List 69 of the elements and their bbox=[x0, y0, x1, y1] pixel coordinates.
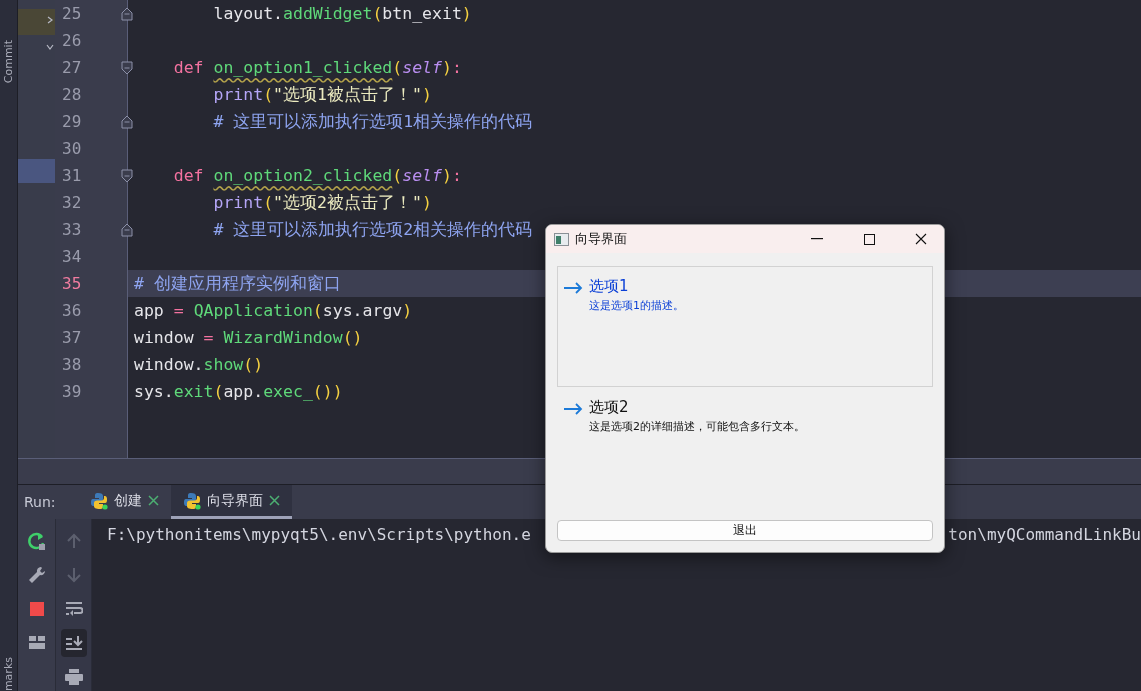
toggle-button[interactable] bbox=[60, 629, 87, 657]
option-description: 这是选项1的描述。 bbox=[589, 298, 684, 313]
close-icon bbox=[915, 233, 927, 245]
stop-icon[interactable] bbox=[29, 602, 44, 616]
console-text: F:\pythonitems\mypyqt5\.env\Scripts\python.e bbox=[107, 525, 531, 544]
commit-tab[interactable]: Commit bbox=[2, 40, 15, 84]
line-number: 33 bbox=[62, 220, 82, 239]
bookmarks-tab[interactable]: marks bbox=[2, 656, 15, 691]
close-icon[interactable] bbox=[268, 495, 280, 507]
fold-marker-icon[interactable] bbox=[121, 168, 133, 183]
command-link-button[interactable]: 选项2 这是选项2的详细描述，可能包含多行文本。 bbox=[557, 387, 933, 508]
fold-marker-icon[interactable] bbox=[121, 222, 133, 237]
code-line: # 创建应用程序实例和窗口 bbox=[134, 272, 341, 295]
option-description: 这是选项2的详细描述，可能包含多行文本。 bbox=[589, 419, 805, 434]
maximize-icon bbox=[863, 233, 875, 245]
option-title: 选项2 bbox=[589, 398, 630, 417]
command-link-button[interactable]: 选项1 这是选项1的描述。 bbox=[557, 266, 933, 387]
line-number: 30 bbox=[62, 139, 82, 158]
line-number: 37 bbox=[62, 328, 82, 347]
printer-icon[interactable] bbox=[64, 669, 83, 685]
line-number: 35 bbox=[62, 274, 82, 293]
option-title: 选项1 bbox=[589, 277, 630, 296]
close-icon[interactable] bbox=[147, 495, 159, 507]
chevron-icon[interactable] bbox=[46, 16, 54, 24]
dialog-title: 向导界面 bbox=[575, 230, 628, 248]
arrow-right-icon bbox=[564, 403, 583, 415]
code-line: def on_option1_clicked(self): bbox=[172, 58, 462, 77]
scroll-to-end-icon[interactable] bbox=[64, 635, 83, 651]
code-line: layout.addWidget(btn_exit) bbox=[212, 4, 472, 23]
tab-label: 创建 bbox=[113, 491, 142, 510]
code-line: window.show() bbox=[134, 355, 264, 374]
exit-button[interactable]: 退出 bbox=[557, 520, 933, 541]
rerun-icon[interactable] bbox=[26, 531, 47, 551]
console-text: ton\myQCommandLinkBu bbox=[948, 525, 1141, 544]
line-number: 31 bbox=[62, 166, 82, 185]
line-number: 36 bbox=[62, 301, 82, 320]
line-number: 38 bbox=[62, 355, 82, 374]
app-icon bbox=[554, 232, 569, 246]
code-line: app = QApplication(sys.argv) bbox=[134, 301, 413, 320]
line-number: 28 bbox=[62, 85, 82, 104]
code-line: sys.exit(app.exec_()) bbox=[134, 382, 343, 401]
line-number: 25 bbox=[62, 4, 82, 23]
minimize-icon bbox=[811, 238, 823, 240]
line-number: 32 bbox=[62, 193, 82, 212]
fold-marker-icon[interactable] bbox=[121, 60, 133, 75]
code-line: def on_option2_clicked(self): bbox=[172, 166, 462, 185]
fold-marker-icon[interactable] bbox=[121, 6, 133, 21]
tab-label: 向导界面 bbox=[206, 491, 263, 510]
run-tab[interactable]: 创建 bbox=[77, 485, 171, 519]
line-number: 39 bbox=[62, 382, 82, 401]
arrow-right-icon bbox=[564, 282, 583, 294]
layout-icon[interactable] bbox=[28, 636, 45, 650]
code-line: print("选项2被点击了！") bbox=[212, 191, 432, 214]
line-number: 26 bbox=[62, 31, 82, 50]
line-number: 29 bbox=[62, 112, 82, 131]
python-icon bbox=[182, 491, 201, 510]
wrench-icon[interactable] bbox=[27, 566, 46, 584]
run-tab[interactable]: 向导界面 bbox=[170, 485, 292, 519]
python-icon bbox=[89, 491, 108, 510]
soft-wrap-icon[interactable] bbox=[64, 601, 83, 617]
code-line: # 这里可以添加执行选项2相关操作的代码 bbox=[212, 218, 533, 241]
line-number: 34 bbox=[62, 247, 82, 266]
chevron-icon[interactable] bbox=[46, 43, 54, 51]
line-number: 27 bbox=[62, 58, 82, 77]
code-line: print("选项1被点击了！") bbox=[212, 83, 432, 106]
fold-marker-icon[interactable] bbox=[121, 114, 133, 129]
run-label: Run: bbox=[24, 494, 56, 511]
code-line: window = WizardWindow() bbox=[134, 328, 363, 347]
code-line: # 这里可以添加执行选项1相关操作的代码 bbox=[212, 110, 533, 133]
